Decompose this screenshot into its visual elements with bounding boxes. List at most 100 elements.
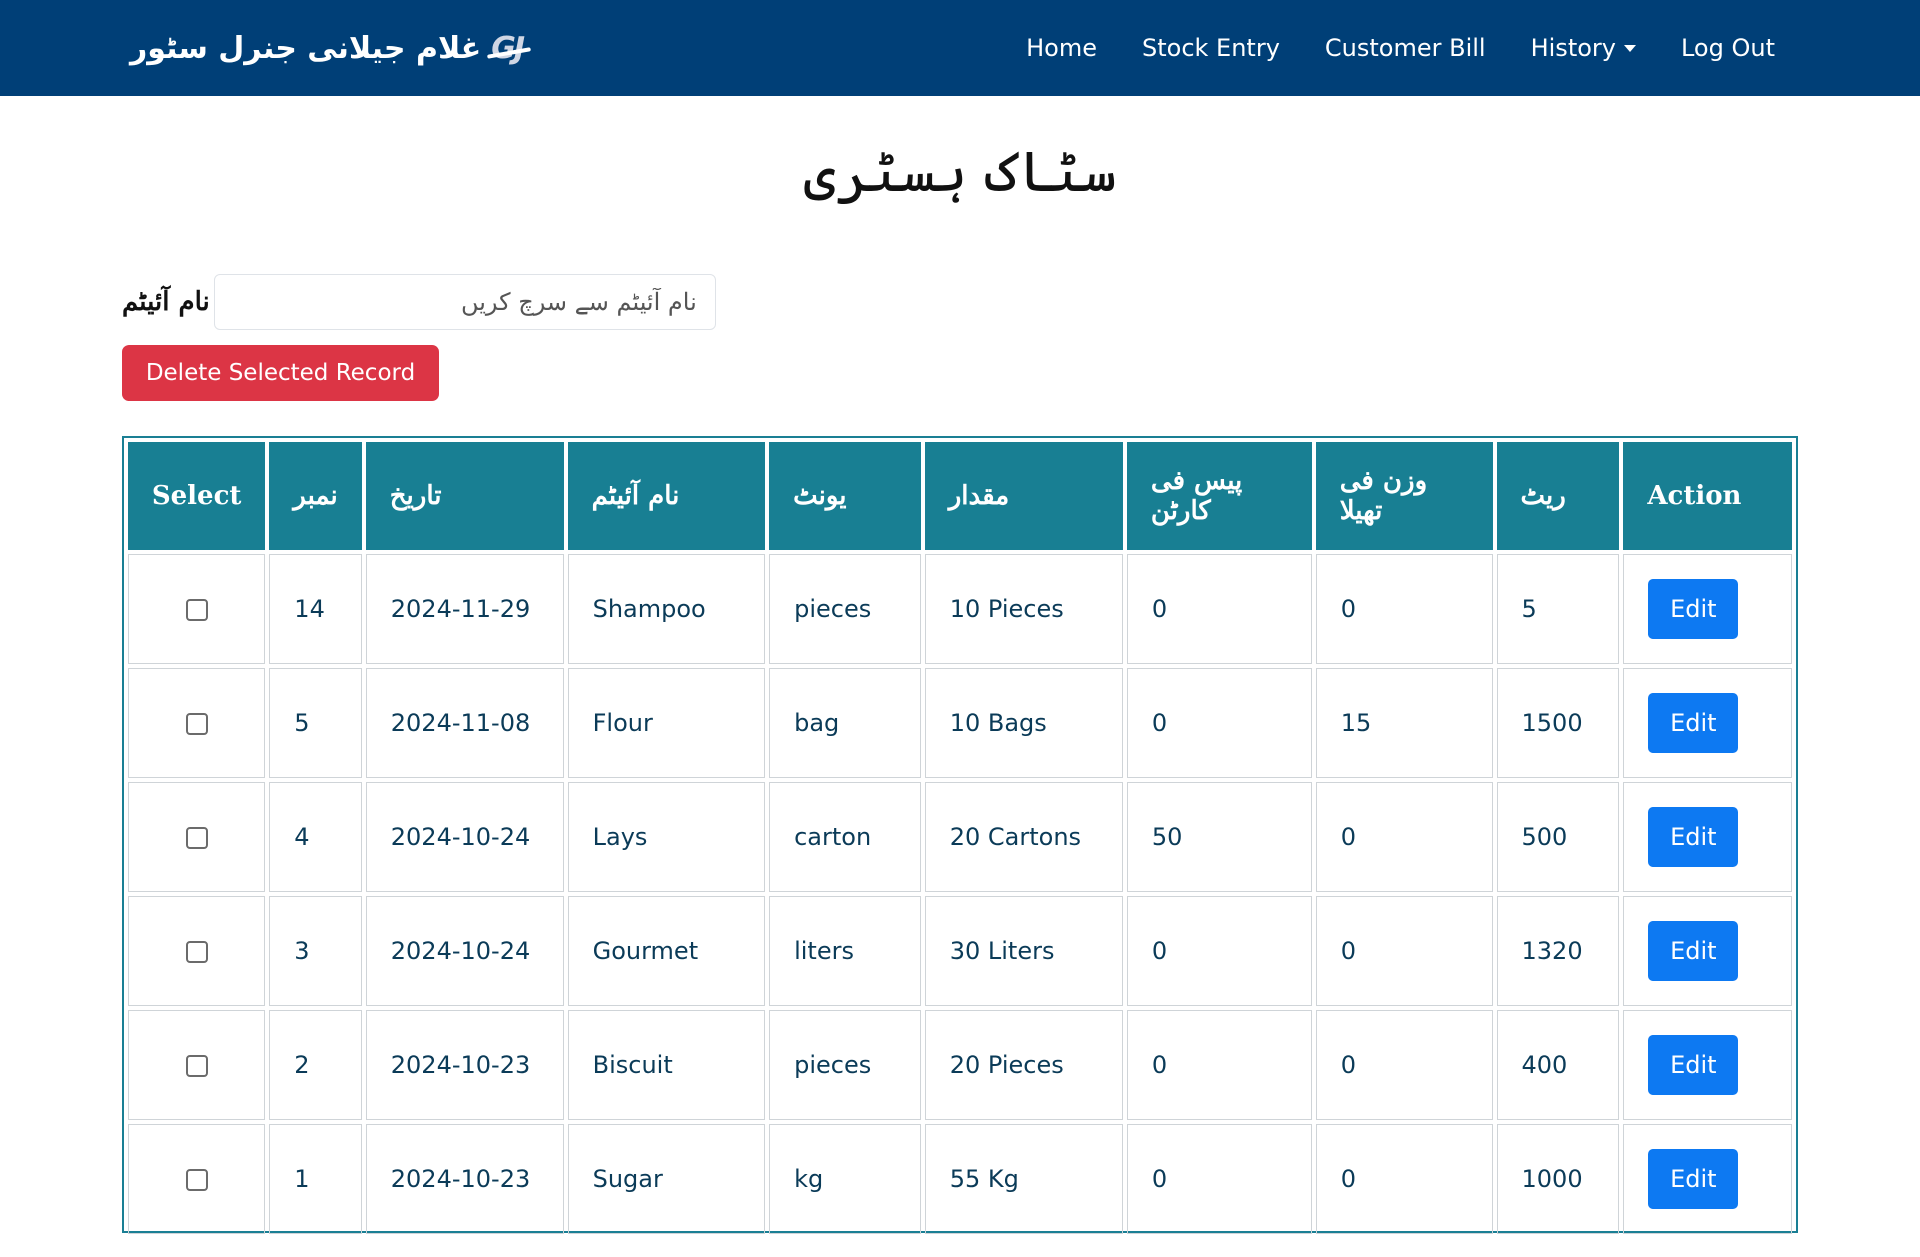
- header-quantity: مقدار: [924, 442, 1123, 550]
- action-cell: Edit: [1623, 896, 1792, 1006]
- row-checkbox[interactable]: [185, 941, 208, 963]
- select-cell: [128, 1010, 266, 1120]
- item-cell: Shampoo: [567, 554, 766, 664]
- select-cell: [128, 554, 266, 664]
- number-cell: 4: [269, 782, 362, 892]
- quantity-cell: 10 Pieces: [924, 554, 1123, 664]
- rate-cell: 1000: [1496, 1124, 1620, 1234]
- search-label: نام آئیٹم: [122, 287, 210, 317]
- header-select: Select: [128, 442, 266, 550]
- date-cell: 2024-11-08: [365, 668, 564, 778]
- row-checkbox[interactable]: [185, 1055, 208, 1077]
- number-cell: 5: [269, 668, 362, 778]
- nav-links: Home Stock Entry Customer Bill History L…: [1026, 0, 1775, 96]
- item-cell: Lays: [567, 782, 766, 892]
- unit-cell: pieces: [769, 554, 921, 664]
- caret-down-icon: [1623, 44, 1636, 52]
- edit-button[interactable]: Edit: [1648, 693, 1739, 753]
- unit-cell: carton: [769, 782, 921, 892]
- date-cell: 2024-11-29: [365, 554, 564, 664]
- action-cell: Edit: [1623, 782, 1792, 892]
- table-row: 5 2024-11-08 Flour bag 10 Bags 0 15 1500…: [128, 668, 1792, 778]
- pieces-per-carton-cell: 0: [1126, 896, 1312, 1006]
- item-cell: Gourmet: [567, 896, 766, 1006]
- pieces-per-carton-cell: 0: [1126, 1124, 1312, 1234]
- nav-logout-link[interactable]: Log Out: [1681, 34, 1775, 62]
- unit-cell: liters: [769, 896, 921, 1006]
- quantity-cell: 10 Bags: [924, 668, 1123, 778]
- table-row: 1 2024-10-23 Sugar kg 55 Kg 0 0 1000 Edi…: [128, 1124, 1792, 1234]
- weight-per-bag-cell: 0: [1315, 782, 1493, 892]
- pieces-per-carton-cell: 0: [1126, 1010, 1312, 1120]
- top-navbar: غلام جیلانی جنرل سٹور GJ Home Stock Entr…: [0, 0, 1920, 96]
- unit-cell: pieces: [769, 1010, 921, 1120]
- date-cell: 2024-10-24: [365, 782, 564, 892]
- table-row: 3 2024-10-24 Gourmet liters 30 Liters 0 …: [128, 896, 1792, 1006]
- quantity-cell: 20 Pieces: [924, 1010, 1123, 1120]
- weight-per-bag-cell: 0: [1315, 1124, 1493, 1234]
- rate-cell: 1320: [1496, 896, 1620, 1006]
- action-cell: Edit: [1623, 668, 1792, 778]
- edit-button[interactable]: Edit: [1648, 1035, 1739, 1095]
- number-cell: 3: [269, 896, 362, 1006]
- brand-logo-icon: GJ: [491, 30, 525, 66]
- item-cell: Biscuit: [567, 1010, 766, 1120]
- header-unit: یونٹ: [769, 442, 921, 550]
- number-cell: 1: [269, 1124, 362, 1234]
- row-checkbox[interactable]: [185, 827, 208, 849]
- item-cell: Sugar: [567, 1124, 766, 1234]
- header-weight-per-bag: وزن فی تھیلا: [1315, 442, 1493, 550]
- table-header-row: Select نمبر تاریخ نام آئیٹم یونٹ مقدار پ…: [128, 442, 1792, 550]
- item-cell: Flour: [567, 668, 766, 778]
- edit-button[interactable]: Edit: [1648, 1149, 1739, 1209]
- date-cell: 2024-10-24: [365, 896, 564, 1006]
- number-cell: 14: [269, 554, 362, 664]
- row-checkbox[interactable]: [185, 713, 208, 735]
- nav-history-dropdown[interactable]: History: [1531, 34, 1636, 62]
- nav-history-label: History: [1530, 34, 1616, 62]
- weight-per-bag-cell: 0: [1315, 896, 1493, 1006]
- search-row: نام آئیٹم: [122, 274, 716, 330]
- nav-home-link[interactable]: Home: [1026, 34, 1097, 62]
- edit-button[interactable]: Edit: [1648, 921, 1739, 981]
- number-cell: 2: [269, 1010, 362, 1120]
- delete-selected-button[interactable]: Delete Selected Record: [122, 345, 439, 401]
- unit-cell: bag: [769, 668, 921, 778]
- action-cell: Edit: [1623, 1010, 1792, 1120]
- nav-customer-bill-link[interactable]: Customer Bill: [1325, 34, 1486, 62]
- brand-name: غلام جیلانی جنرل سٹور: [130, 30, 482, 66]
- table-row: 2 2024-10-23 Biscuit pieces 20 Pieces 0 …: [128, 1010, 1792, 1120]
- search-input[interactable]: [213, 274, 716, 330]
- header-action: Action: [1623, 442, 1792, 550]
- edit-button[interactable]: Edit: [1648, 807, 1739, 867]
- action-cell: Edit: [1623, 554, 1792, 664]
- date-cell: 2024-10-23: [365, 1124, 564, 1234]
- pieces-per-carton-cell: 50: [1126, 782, 1312, 892]
- brand[interactable]: غلام جیلانی جنرل سٹور GJ: [130, 24, 525, 72]
- action-cell: Edit: [1623, 1124, 1792, 1234]
- select-cell: [128, 668, 266, 778]
- select-cell: [128, 896, 266, 1006]
- header-date: تاریخ: [365, 442, 564, 550]
- weight-per-bag-cell: 15: [1315, 668, 1493, 778]
- quantity-cell: 20 Cartons: [924, 782, 1123, 892]
- edit-button[interactable]: Edit: [1648, 579, 1739, 639]
- select-cell: [128, 782, 266, 892]
- weight-per-bag-cell: 0: [1315, 1010, 1493, 1120]
- row-checkbox[interactable]: [185, 599, 208, 621]
- table-row: 14 2024-11-29 Shampoo pieces 10 Pieces 0…: [128, 554, 1792, 664]
- rate-cell: 400: [1496, 1010, 1620, 1120]
- table-row: 4 2024-10-24 Lays carton 20 Cartons 50 0…: [128, 782, 1792, 892]
- header-number: نمبر: [269, 442, 362, 550]
- page-title: سٹاک ہسٹری: [803, 140, 1117, 205]
- unit-cell: kg: [769, 1124, 921, 1234]
- quantity-cell: 30 Liters: [924, 896, 1123, 1006]
- rate-cell: 5: [1496, 554, 1620, 664]
- header-pieces-per-carton: پیس فی کارٹن: [1126, 442, 1312, 550]
- header-item-name: نام آئیٹم: [567, 442, 766, 550]
- nav-stock-entry-link[interactable]: Stock Entry: [1142, 34, 1280, 62]
- row-checkbox[interactable]: [185, 1169, 208, 1191]
- pieces-per-carton-cell: 0: [1126, 554, 1312, 664]
- rate-cell: 500: [1496, 782, 1620, 892]
- stock-history-table: Select نمبر تاریخ نام آئیٹم یونٹ مقدار پ…: [122, 436, 1798, 1234]
